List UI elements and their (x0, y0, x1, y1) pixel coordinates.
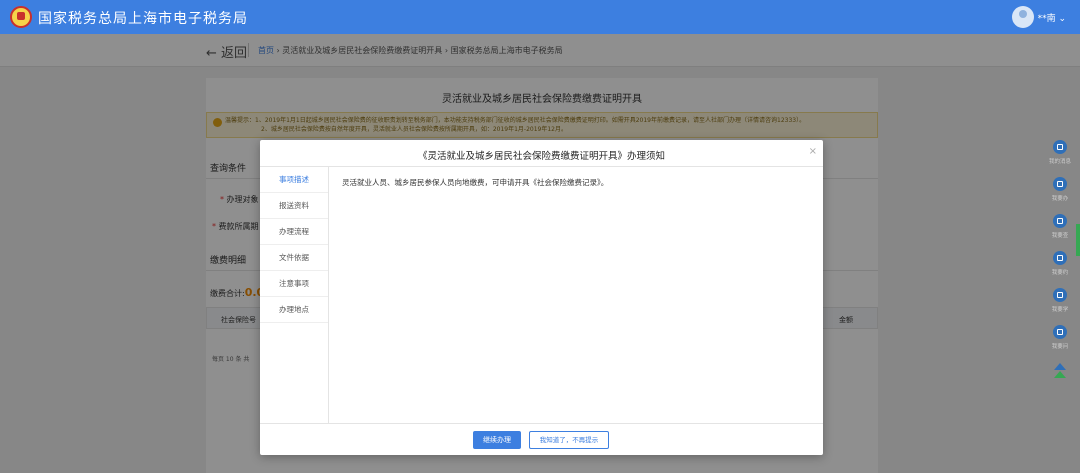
side-feedback-tab[interactable] (1076, 224, 1080, 256)
question-icon (1053, 325, 1067, 339)
tab-notes[interactable]: 注意事项 (260, 271, 328, 297)
nav-i-want-to-handle[interactable]: 我要办 (1038, 177, 1080, 213)
modal-content-text: 灵活就业人员、城乡居民参保人员向地缴费，可申请开具《社会保险缴费记录》。 (342, 178, 609, 187)
tab-documents[interactable]: 文件依据 (260, 245, 328, 271)
tab-submit-materials[interactable]: 报送资料 (260, 193, 328, 219)
tab-process[interactable]: 办理流程 (260, 219, 328, 245)
nav-i-want-to-ask[interactable]: 我要问 (1038, 325, 1080, 361)
learn-icon (1053, 288, 1067, 302)
nav-back-to-top[interactable] (1038, 362, 1080, 398)
close-icon[interactable]: × (809, 146, 817, 157)
modal-title: 《灵活就业及城乡居民社会保险费缴费证明开具》办理须知 (417, 151, 665, 162)
site-title: 国家税务总局上海市电子税务局 (38, 11, 248, 27)
divider (260, 166, 823, 167)
divider (260, 423, 823, 424)
user-menu[interactable]: **南 ⌄ (1038, 11, 1066, 24)
message-icon (1053, 140, 1067, 154)
appointment-icon (1053, 251, 1067, 265)
nav-i-want-to-query[interactable]: 我要查 (1038, 214, 1080, 250)
tab-item-description[interactable]: 事项描述 (260, 167, 328, 193)
top-icon (1054, 363, 1066, 378)
guide-modal: 《灵活就业及城乡居民社会保险费缴费证明开具》办理须知 × 事项描述 报送资料 办… (260, 140, 823, 455)
nav-my-messages[interactable]: 我的消息 (1038, 140, 1080, 176)
top-header: 国家税务总局上海市电子税务局 **南 ⌄ (0, 0, 1080, 34)
tab-location[interactable]: 办理地点 (260, 297, 328, 323)
search-icon (1053, 214, 1067, 228)
handle-icon (1053, 177, 1067, 191)
tax-bureau-logo-icon (10, 6, 32, 28)
continue-button[interactable]: 继续办理 (473, 431, 521, 449)
dont-show-again-button[interactable]: 我知道了，不再提示 (529, 431, 609, 449)
nav-i-want-appointment[interactable]: 我要约 (1038, 251, 1080, 287)
nav-i-want-to-learn[interactable]: 我要学 (1038, 288, 1080, 324)
modal-tab-list: 事项描述 报送资料 办理流程 文件依据 注意事项 办理地点 (260, 167, 329, 423)
user-avatar-icon[interactable] (1012, 6, 1034, 28)
